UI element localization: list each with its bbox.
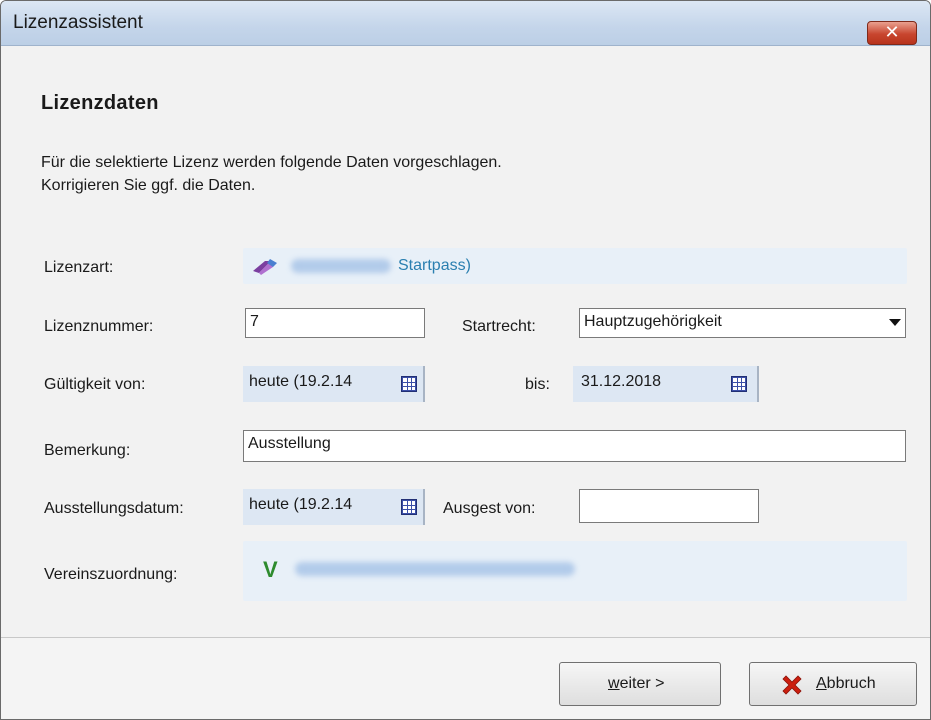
gueltigkeit-bis-value: 31.12.2018 <box>581 373 662 390</box>
lizenzart-panel: Startpass) <box>243 248 907 284</box>
redacted-club-name <box>295 562 575 576</box>
title-bar[interactable]: Lizenzassistent ✕ <box>1 1 930 46</box>
lizenzart-value: Startpass) <box>398 257 471 274</box>
startrecht-selected: Hauptzugehörigkeit <box>584 313 722 330</box>
button-bar: weiter > Abbruch <box>1 638 930 719</box>
chevron-down-icon[interactable] <box>889 319 901 326</box>
license-wizard-window: Lizenzassistent ✕ Lizenzdaten Für die se… <box>0 0 931 720</box>
startrecht-label: Startrecht: <box>462 318 536 335</box>
window-title: Lizenzassistent <box>13 12 143 33</box>
license-pen-icon <box>253 259 277 275</box>
lizenznummer-label: Lizenznummer: <box>44 318 154 335</box>
bemerkung-label: Bemerkung: <box>44 442 131 459</box>
ausstellungsdatum-value: heute (19.2.14 <box>249 496 353 513</box>
lizenznummer-input[interactable]: 7 <box>245 308 425 338</box>
page-heading: Lizenzdaten <box>41 92 159 114</box>
description-line-2: Korrigieren Sie ggf. die Daten. <box>41 177 256 194</box>
startrecht-select[interactable]: Hauptzugehörigkeit <box>579 308 906 338</box>
calendar-icon[interactable] <box>401 376 417 392</box>
gueltigkeit-von-datefield[interactable]: heute (19.2.14 <box>243 366 425 402</box>
vereinszuordnung-label: Vereinszuordnung: <box>44 566 178 583</box>
ausgestellt-von-label: Ausgest von: <box>443 500 536 517</box>
calendar-icon[interactable] <box>731 376 747 392</box>
close-icon: ✕ <box>884 22 900 43</box>
gueltigkeit-bis-label: bis: <box>525 376 550 393</box>
gueltigkeit-bis-datefield[interactable]: 31.12.2018 <box>573 366 759 402</box>
next-button[interactable]: weiter > <box>559 662 721 706</box>
cancel-button[interactable]: Abbruch <box>749 662 917 706</box>
ausstellungsdatum-datefield[interactable]: heute (19.2.14 <box>243 489 425 525</box>
gueltigkeit-von-value: heute (19.2.14 <box>249 373 353 390</box>
lizenzart-label: Lizenzart: <box>44 259 114 276</box>
cancel-button-label: Abbruch <box>816 675 876 692</box>
ausgestellt-von-input[interactable] <box>579 489 759 523</box>
gueltigkeit-von-label: Gültigkeit von: <box>44 376 146 393</box>
ausstellungsdatum-label: Ausstellungsdatum: <box>44 500 184 517</box>
vereins-marker: V <box>263 557 278 582</box>
cancel-x-icon <box>782 675 802 695</box>
calendar-icon[interactable] <box>401 499 417 515</box>
redacted-license-code <box>291 259 391 273</box>
bemerkung-input[interactable]: Ausstellung <box>243 430 906 462</box>
vereinszuordnung-panel: V <box>243 541 907 601</box>
description-line-1: Für die selektierte Lizenz werden folgen… <box>41 154 502 171</box>
next-button-label: weiter > <box>608 675 665 692</box>
close-button[interactable]: ✕ <box>867 21 917 45</box>
wizard-content: Lizenzdaten Für die selektierte Lizenz w… <box>1 46 930 638</box>
